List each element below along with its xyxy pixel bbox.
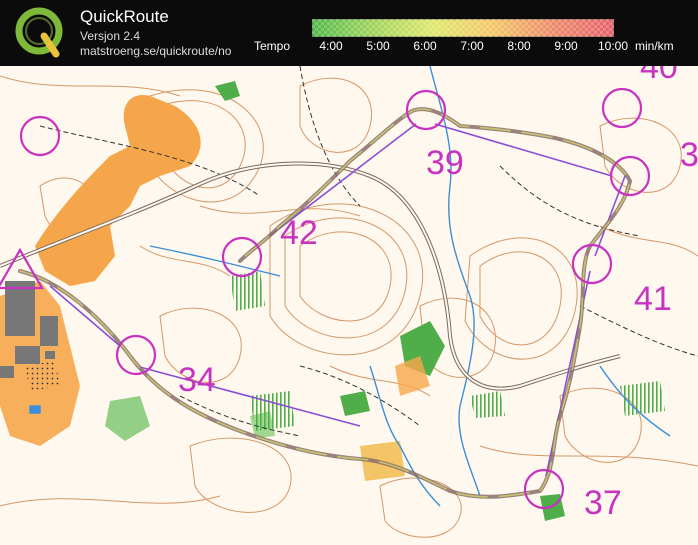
control-label-39: 39	[426, 144, 464, 182]
tempo-tick-10: 10:00	[597, 39, 629, 53]
app-title: QuickRoute	[80, 7, 169, 26]
app-url-link[interactable]: matstroeng.se/quickroute/no	[80, 44, 231, 58]
tempo-tick-4: 4:00	[319, 39, 343, 53]
control-label-42: 42	[280, 214, 318, 252]
control-label-34: 34	[178, 361, 216, 399]
tempo-tick-7: 7:00	[460, 39, 484, 53]
tempo-tick-8: 8:00	[507, 39, 531, 53]
quickroute-logo-icon	[15, 7, 63, 58]
control-label-3: 3	[680, 136, 698, 174]
app-version: Versjon 2.4	[80, 29, 141, 43]
tempo-tick-6: 6:00	[413, 39, 437, 53]
tempo-color-scale	[312, 19, 614, 37]
map-paper	[0, 66, 698, 545]
tempo-tick-9: 9:00	[554, 39, 578, 53]
control-label-41: 41	[634, 280, 672, 318]
control-label-37: 37	[584, 484, 622, 522]
control-label-40: 40	[640, 66, 678, 86]
header-bar: QuickRoute Versjon 2.4 matstroeng.se/qui…	[0, 0, 698, 66]
tempo-unit: min/km	[635, 39, 674, 53]
tempo-label: Tempo	[254, 39, 291, 53]
tempo-tick-5: 5:00	[366, 39, 390, 53]
quickroute-app: QuickRoute Versjon 2.4 matstroeng.se/qui…	[0, 0, 698, 545]
orienteering-map[interactable]: 39 40 3 42 41 34 37	[0, 66, 698, 545]
